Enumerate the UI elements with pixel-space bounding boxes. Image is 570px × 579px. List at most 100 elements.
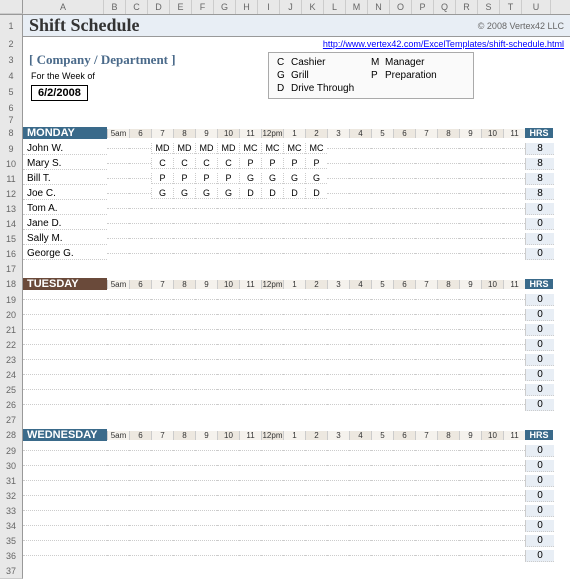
shift-cell[interactable]: [393, 374, 415, 375]
shift-cell[interactable]: MC: [261, 143, 283, 154]
shift-cell[interactable]: [129, 495, 151, 496]
shift-cell[interactable]: [217, 540, 239, 541]
employee-name[interactable]: Joe C.: [23, 188, 107, 200]
shift-cell[interactable]: [349, 450, 371, 451]
shift-cell[interactable]: [173, 208, 195, 209]
shift-cell[interactable]: [393, 178, 415, 179]
shift-cell[interactable]: [107, 495, 129, 496]
shift-cell[interactable]: [459, 223, 481, 224]
row-header-37[interactable]: 37: [0, 563, 23, 579]
row-header-10[interactable]: 10: [0, 156, 23, 172]
shift-cell[interactable]: [393, 510, 415, 511]
shift-cell[interactable]: [437, 238, 459, 239]
shift-cell[interactable]: [151, 329, 173, 330]
shift-cell[interactable]: [503, 465, 525, 466]
shift-cell[interactable]: [349, 253, 371, 254]
shift-cell[interactable]: [415, 495, 437, 496]
shift-cell[interactable]: [151, 344, 173, 345]
shift-cell[interactable]: [261, 510, 283, 511]
shift-cell[interactable]: [283, 208, 305, 209]
shift-cell[interactable]: [239, 540, 261, 541]
shift-cell[interactable]: [437, 329, 459, 330]
shift-cell[interactable]: [151, 238, 173, 239]
shift-cell[interactable]: [459, 178, 481, 179]
shift-cell[interactable]: [393, 389, 415, 390]
shift-cell[interactable]: MD: [151, 143, 173, 154]
shift-cell[interactable]: [305, 525, 327, 526]
shift-cell[interactable]: [437, 480, 459, 481]
shift-cell[interactable]: [459, 148, 481, 149]
shift-cell[interactable]: [503, 208, 525, 209]
shift-cell[interactable]: [195, 238, 217, 239]
shift-cell[interactable]: [283, 238, 305, 239]
shift-cell[interactable]: D: [239, 188, 261, 199]
row-header-19[interactable]: 19: [0, 292, 23, 308]
shift-cell[interactable]: [107, 389, 129, 390]
shift-cell[interactable]: [393, 480, 415, 481]
col-header-N[interactable]: N: [368, 0, 390, 14]
shift-cell[interactable]: [437, 465, 459, 466]
shift-cell[interactable]: [129, 193, 151, 194]
shift-cell[interactable]: [349, 540, 371, 541]
col-header-Q[interactable]: Q: [434, 0, 456, 14]
shift-cell[interactable]: [459, 374, 481, 375]
shift-cell[interactable]: [217, 495, 239, 496]
shift-cell[interactable]: [415, 314, 437, 315]
row-header-22[interactable]: 22: [0, 337, 23, 353]
shift-cell[interactable]: [129, 525, 151, 526]
shift-cell[interactable]: [129, 329, 151, 330]
shift-cell[interactable]: [173, 223, 195, 224]
shift-cell[interactable]: D: [305, 188, 327, 199]
shift-cell[interactable]: [349, 299, 371, 300]
shift-cell[interactable]: [239, 329, 261, 330]
shift-cell[interactable]: [481, 148, 503, 149]
shift-cell[interactable]: [283, 480, 305, 481]
shift-cell[interactable]: [305, 510, 327, 511]
employee-name[interactable]: [23, 329, 107, 330]
shift-cell[interactable]: [261, 525, 283, 526]
shift-cell[interactable]: [173, 389, 195, 390]
shift-cell[interactable]: [107, 450, 129, 451]
company-name[interactable]: [ Company / Department ]: [23, 52, 176, 68]
shift-cell[interactable]: [393, 525, 415, 526]
shift-cell[interactable]: [173, 450, 195, 451]
col-header-I[interactable]: I: [258, 0, 280, 14]
employee-name[interactable]: Sally M.: [23, 233, 107, 245]
shift-cell[interactable]: [503, 253, 525, 254]
shift-cell[interactable]: [349, 359, 371, 360]
shift-cell[interactable]: [371, 299, 393, 300]
shift-cell[interactable]: [217, 344, 239, 345]
shift-cell[interactable]: [129, 163, 151, 164]
shift-cell[interactable]: [481, 359, 503, 360]
shift-cell[interactable]: [173, 510, 195, 511]
shift-cell[interactable]: [173, 555, 195, 556]
shift-cell[interactable]: [459, 253, 481, 254]
shift-cell[interactable]: [437, 314, 459, 315]
shift-cell[interactable]: [107, 555, 129, 556]
shift-cell[interactable]: [173, 465, 195, 466]
shift-cell[interactable]: [283, 465, 305, 466]
col-header-A[interactable]: A: [23, 0, 104, 14]
shift-cell[interactable]: [459, 525, 481, 526]
shift-cell[interactable]: [503, 525, 525, 526]
shift-cell[interactable]: [261, 329, 283, 330]
shift-cell[interactable]: [173, 299, 195, 300]
shift-cell[interactable]: [129, 238, 151, 239]
shift-cell[interactable]: [459, 299, 481, 300]
shift-cell[interactable]: [151, 389, 173, 390]
shift-cell[interactable]: [151, 374, 173, 375]
shift-cell[interactable]: [327, 193, 349, 194]
shift-cell[interactable]: [305, 329, 327, 330]
shift-cell[interactable]: MC: [283, 143, 305, 154]
shift-cell[interactable]: [393, 253, 415, 254]
shift-cell[interactable]: [261, 208, 283, 209]
shift-cell[interactable]: [129, 374, 151, 375]
employee-name[interactable]: John W.: [23, 143, 107, 155]
shift-cell[interactable]: [393, 238, 415, 239]
shift-cell[interactable]: [217, 314, 239, 315]
shift-cell[interactable]: [393, 299, 415, 300]
shift-cell[interactable]: MD: [195, 143, 217, 154]
shift-cell[interactable]: [283, 495, 305, 496]
shift-cell[interactable]: [459, 404, 481, 405]
shift-cell[interactable]: [261, 344, 283, 345]
